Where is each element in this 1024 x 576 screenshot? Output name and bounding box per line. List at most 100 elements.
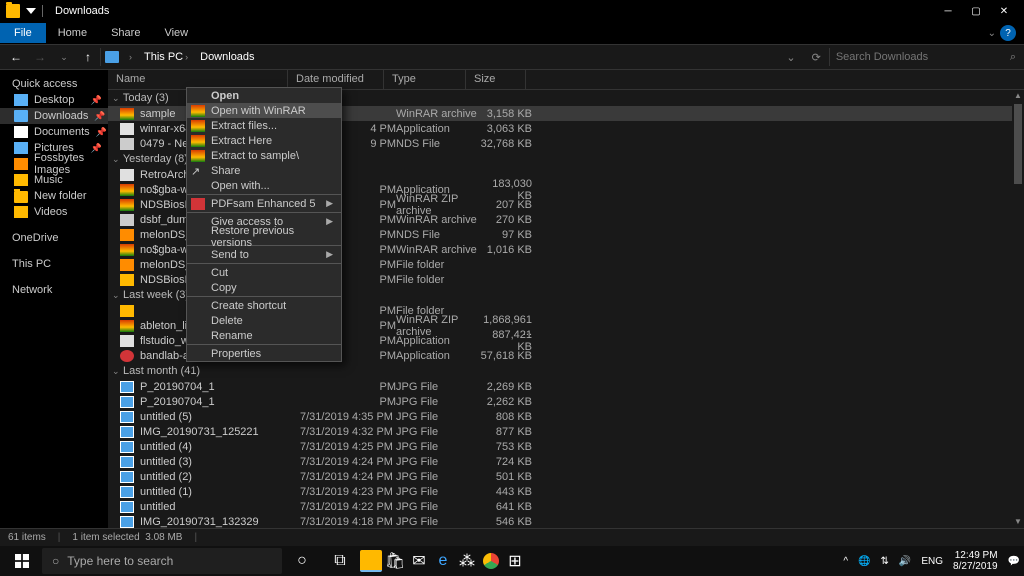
tray-notification-icon[interactable]: 💬	[1008, 556, 1020, 567]
context-item[interactable]: Rename	[187, 328, 341, 343]
col-size[interactable]: Size	[466, 70, 526, 89]
context-item[interactable]: Delete	[187, 313, 341, 328]
sidebar-thispc[interactable]: This PC	[0, 256, 108, 272]
context-item[interactable]: Open	[187, 88, 341, 103]
file-date: PM	[300, 381, 396, 393]
context-item[interactable]: Cut	[187, 265, 341, 280]
context-item[interactable]: Properties	[187, 346, 341, 361]
context-item[interactable]: Extract to sample\	[187, 148, 341, 163]
file-icon	[120, 229, 134, 241]
status-count: 61 items	[8, 532, 46, 543]
context-item[interactable]: Copy	[187, 280, 341, 295]
edge-taskbar-icon[interactable]: e	[432, 550, 454, 572]
context-item[interactable]: Open with...	[187, 178, 341, 193]
file-row[interactable]: IMG_20190731_1252217/31/2019 4:32 PMJPG …	[108, 424, 1024, 439]
store-taskbar-icon[interactable]: 🛍	[384, 550, 406, 572]
context-item[interactable]: Open with WinRAR	[187, 103, 341, 118]
context-item[interactable]: Restore previous versions	[187, 229, 341, 244]
mail-taskbar-icon[interactable]: ✉	[408, 550, 430, 572]
tray-volume-icon[interactable]: 🔊	[899, 556, 911, 567]
file-date: 7/31/2019 4:25 PM	[300, 441, 396, 453]
search-input[interactable]	[830, 47, 1010, 67]
start-button[interactable]	[4, 547, 40, 575]
file-date: 7/31/2019 4:24 PM	[300, 471, 396, 483]
explorer-taskbar-icon[interactable]	[360, 550, 382, 572]
sidebar-videos[interactable]: Videos	[0, 204, 108, 220]
up-button[interactable]: ↑	[76, 46, 100, 68]
context-item[interactable]: Extract Here	[187, 133, 341, 148]
file-row[interactable]: IMG_20190731_1323297/31/2019 4:18 PMJPG …	[108, 514, 1024, 528]
taskview-button[interactable]: ⧉	[322, 547, 358, 575]
file-icon	[120, 381, 134, 393]
file-size: 2,269 KB	[478, 381, 538, 393]
file-row[interactable]: P_20190704_1 PMJPG File2,269 KB	[108, 379, 1024, 394]
tab-view[interactable]: View	[152, 23, 200, 43]
breadcrumb-pc[interactable]: This PC ›	[138, 47, 194, 67]
scroll-thumb[interactable]	[1014, 104, 1022, 184]
ribbon-collapse-icon[interactable]: ⌄	[988, 28, 996, 39]
refresh-button[interactable]: ⟳	[804, 51, 829, 64]
back-button[interactable]: ←	[4, 46, 28, 68]
maximize-button[interactable]: ▢	[962, 1, 990, 21]
sidebar-documents[interactable]: Documents📌	[0, 124, 108, 140]
submenu-arrow-icon: ▶	[326, 198, 333, 209]
scroll-up-icon[interactable]: ▲	[1012, 90, 1024, 102]
tab-share[interactable]: Share	[99, 23, 152, 43]
file-row[interactable]: untitled (2)7/31/2019 4:24 PMJPG File501…	[108, 469, 1024, 484]
group-header[interactable]: ⌄ Last month (41)	[108, 363, 1024, 379]
context-item[interactable]: Create shortcut	[187, 298, 341, 313]
tray-globe-icon[interactable]: 🌐	[858, 556, 870, 567]
file-row[interactable]: untitled (1)7/31/2019 4:23 PMJPG File443…	[108, 484, 1024, 499]
sidebar-desktop[interactable]: Desktop📌	[0, 92, 108, 108]
recent-dropdown[interactable]: ⌄	[52, 46, 76, 68]
file-row[interactable]: untitled7/31/2019 4:22 PMJPG File641 KB	[108, 499, 1024, 514]
tray-lang[interactable]: ENG	[921, 556, 943, 567]
minimize-button[interactable]: ─	[934, 1, 962, 21]
file-tab[interactable]: File	[0, 23, 46, 43]
menu-label: Properties	[211, 348, 261, 360]
file-row[interactable]: untitled (4)7/31/2019 4:25 PMJPG File753…	[108, 439, 1024, 454]
menu-icon	[191, 150, 205, 162]
close-button[interactable]: ✕	[990, 1, 1018, 21]
context-item[interactable]: PDFsam Enhanced 5▶	[187, 196, 341, 211]
taskbar-search[interactable]: ○Type here to search	[42, 548, 282, 574]
quick-access[interactable]: Quick access	[0, 76, 108, 92]
scroll-down-icon[interactable]: ▼	[1012, 516, 1024, 528]
tray-clock[interactable]: 12:49 PM8/27/2019	[953, 550, 998, 572]
chrome-taskbar-icon[interactable]	[480, 550, 502, 572]
col-type[interactable]: Type	[384, 70, 466, 89]
forward-button[interactable]: →	[28, 46, 52, 68]
file-row[interactable]: untitled (3)7/31/2019 4:24 PMJPG File724…	[108, 454, 1024, 469]
file-size: 2,262 KB	[478, 396, 538, 408]
search-icon[interactable]: ⌕	[1010, 51, 1020, 64]
sidebar-downloads[interactable]: Downloads📌	[0, 108, 108, 124]
file-row[interactable]: P_20190704_1 PMJPG File2,262 KB	[108, 394, 1024, 409]
file-type: WinRAR archive	[396, 244, 478, 256]
tray-chevron-icon[interactable]: ^	[843, 556, 848, 567]
menu-icon	[191, 180, 205, 192]
context-item[interactable]: Extract files...	[187, 118, 341, 133]
breadcrumb-folder[interactable]: Downloads	[194, 47, 260, 67]
qat-dropdown-icon[interactable]	[26, 6, 36, 16]
scrollbar[interactable]: ▲ ▼	[1012, 90, 1024, 528]
tab-home[interactable]: Home	[46, 23, 99, 43]
tray-wifi-icon[interactable]: ⇅	[881, 556, 889, 567]
context-item[interactable]: Send to▶	[187, 247, 341, 262]
sidebar-fossbytes[interactable]: Fossbytes Images	[0, 156, 108, 172]
cortana-button[interactable]: ○	[284, 547, 320, 575]
sidebar-onedrive[interactable]: OneDrive	[0, 230, 108, 246]
slack-taskbar-icon[interactable]: ⁂	[456, 550, 478, 572]
sidebar-network[interactable]: Network	[0, 282, 108, 298]
file-icon	[120, 396, 134, 408]
file-row[interactable]: untitled (5)7/31/2019 4:35 PMJPG File808…	[108, 409, 1024, 424]
help-button[interactable]: ?	[1000, 25, 1016, 41]
addr-dropdown-icon[interactable]: ⌄	[778, 51, 803, 64]
file-icon	[120, 335, 134, 347]
menu-icon	[191, 105, 205, 117]
app-taskbar-icon[interactable]: ⊞	[504, 550, 526, 572]
context-item[interactable]: ↗Share	[187, 163, 341, 178]
file-size: 3,063 KB	[478, 123, 538, 135]
sidebar-newfolder[interactable]: New folder	[0, 188, 108, 204]
breadcrumb-root[interactable]: ›	[123, 48, 138, 66]
file-type: JPG File	[396, 516, 478, 528]
